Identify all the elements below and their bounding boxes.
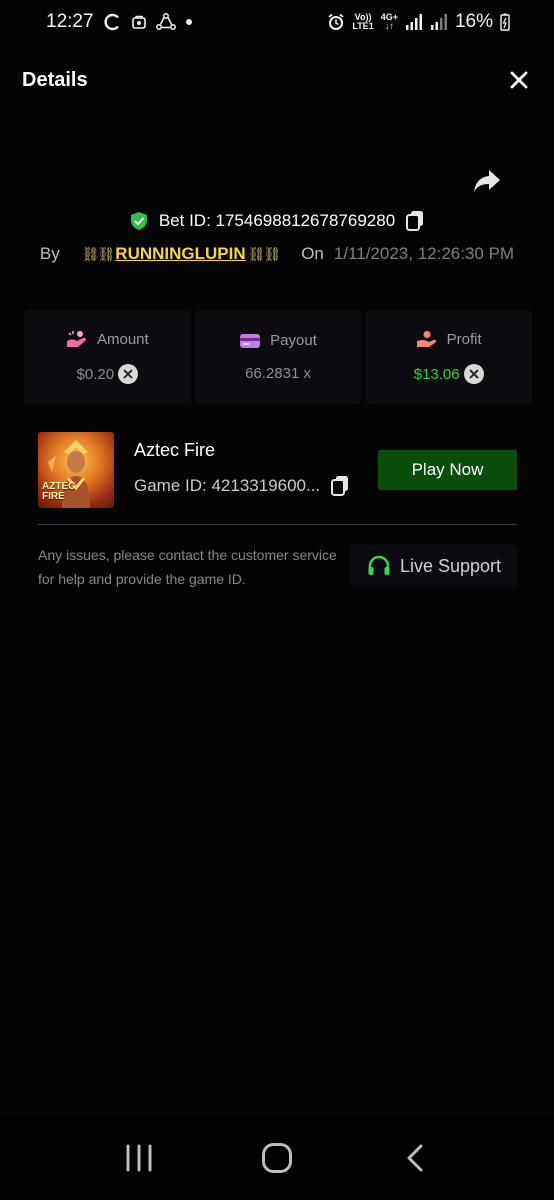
game-thumbnail[interactable]: AZTEC FIRE xyxy=(38,432,114,508)
chain-left-icon: ⛓⛓ xyxy=(81,245,116,262)
bet-stats-panel: Amount $0.20 Payout 66.2831 x Profit $13… xyxy=(24,310,533,404)
amount-label: Amount xyxy=(96,330,149,348)
game-id-row: Game ID: 4213319600... xyxy=(134,475,350,497)
bettor-row: By ⛓⛓ RUNNINGLUPIN ⛓⛓ On 1/11/2023, 12:2… xyxy=(0,240,554,268)
share-button[interactable] xyxy=(472,168,506,198)
volte-indicator: Vo)) LTE1 xyxy=(352,13,373,31)
battery-charging-icon xyxy=(500,13,510,31)
profit-label: Profit xyxy=(446,330,482,348)
support-help-text: Any issues, please contact the customer … xyxy=(38,547,337,587)
status-time: 12:27 xyxy=(46,11,94,32)
by-label: By xyxy=(39,244,60,263)
status-bar: 12:27 Vo)) LTE1 4G+ ↓↑ 16% xyxy=(0,0,554,44)
recent-apps-icon xyxy=(126,1144,152,1172)
profit-value: $13.06 xyxy=(413,365,460,383)
network-type-indicator: 4G+ ↓↑ xyxy=(380,12,398,31)
share-sync-icon xyxy=(155,13,176,31)
home-icon xyxy=(262,1143,292,1173)
live-support-button[interactable]: Live Support xyxy=(350,545,518,587)
recent-apps-button[interactable] xyxy=(109,1128,169,1188)
home-button[interactable] xyxy=(247,1128,307,1188)
page-title: Details xyxy=(22,68,88,91)
network-type-label: 4G+ xyxy=(380,12,398,22)
play-now-button[interactable]: Play Now xyxy=(378,450,517,490)
amount-stat: Amount $0.20 xyxy=(24,310,191,404)
headset-icon xyxy=(368,555,390,575)
close-icon xyxy=(510,71,528,89)
thumb-title-line2: FIRE xyxy=(42,491,65,502)
battery-percent: 16% xyxy=(454,11,493,32)
back-button[interactable] xyxy=(385,1128,445,1188)
profit-stat: Profit $13.06 xyxy=(365,310,533,404)
copy-icon xyxy=(406,211,424,231)
live-support-label: Live Support xyxy=(399,555,502,576)
notification-dot-icon xyxy=(185,19,192,25)
store-icon xyxy=(131,15,146,29)
on-label: On xyxy=(301,244,324,263)
username-link[interactable]: RUNNINGLUPIN xyxy=(115,244,245,264)
share-icon xyxy=(474,170,500,192)
chain-right-icon: ⛓⛓ xyxy=(247,245,282,262)
currency-icon xyxy=(463,364,484,384)
details-header: Details xyxy=(0,56,554,104)
signal-secondary-icon xyxy=(430,14,448,30)
payout-card-icon xyxy=(240,333,261,348)
amount-value: $0.20 xyxy=(76,365,115,383)
game-thumbnail-title: AZTEC FIRE xyxy=(42,482,75,502)
bet-details-screen: 12:27 Vo)) LTE1 4G+ ↓↑ 16% Details Bet I… xyxy=(0,0,554,1200)
copy-bet-id-button[interactable] xyxy=(405,210,425,232)
game-id: Game ID: 4213319600... xyxy=(134,476,321,495)
payout-value: 66.2831 x xyxy=(245,365,311,382)
close-button[interactable] xyxy=(506,67,532,93)
bet-id-row: Bet ID: 1754698812678769280 xyxy=(0,206,554,236)
signal-icon xyxy=(405,14,423,30)
copy-icon xyxy=(331,476,349,496)
lte-label: LTE1 xyxy=(352,21,374,31)
payout-stat: Payout 66.2831 x xyxy=(194,310,362,404)
verified-shield-icon xyxy=(130,212,147,230)
bet-date: 1/11/2023, 12:26:30 PM xyxy=(333,244,515,263)
bet-id: Bet ID: 1754698812678769280 xyxy=(158,211,396,230)
system-navigation-bar xyxy=(0,1116,554,1200)
divider xyxy=(38,524,517,525)
amount-icon xyxy=(66,331,87,347)
profit-hand-icon xyxy=(416,331,436,347)
sync-icon xyxy=(103,13,122,31)
alarm-icon xyxy=(327,13,345,31)
copy-game-id-button[interactable] xyxy=(330,475,350,497)
payout-label: Payout xyxy=(270,332,317,349)
back-icon xyxy=(407,1144,423,1172)
currency-icon xyxy=(118,364,139,384)
game-name: Aztec Fire xyxy=(134,440,216,460)
